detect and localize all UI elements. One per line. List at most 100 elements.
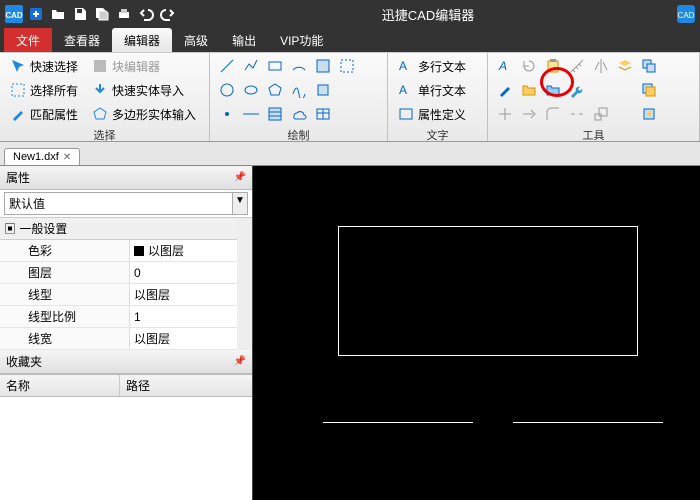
group-label-select: 选择 xyxy=(6,125,203,144)
menu-output[interactable]: 输出 xyxy=(220,28,268,52)
properties-header: 属性 📌 xyxy=(0,166,252,190)
select-all-button[interactable]: 选择所有 xyxy=(6,79,82,101)
scale-icon[interactable] xyxy=(590,103,612,125)
match-props-button[interactable]: 匹配属性 xyxy=(6,103,82,125)
side-panel: 属性 📌 默认值 ▼ ▣ 一般设置 色彩以图层 图层0 线型以图层 线型比例1 … xyxy=(0,166,253,500)
table-icon[interactable] xyxy=(312,103,334,125)
favorites-list xyxy=(0,397,252,500)
quick-select-button[interactable]: 快速选择 xyxy=(6,55,82,77)
document-tabs: New1.dxf ✕ xyxy=(0,142,700,166)
pin-icon-2[interactable]: 📌 xyxy=(234,356,246,367)
spline-icon[interactable] xyxy=(288,79,310,101)
svg-text:A: A xyxy=(498,59,507,73)
overlay-icon[interactable] xyxy=(638,79,660,101)
folder-yellow-icon[interactable] xyxy=(518,79,540,101)
menu-file[interactable]: 文件 xyxy=(4,28,52,52)
col-path[interactable]: 路径 xyxy=(120,375,156,396)
prop-row-ltscale[interactable]: 线型比例1 xyxy=(0,306,237,328)
spacer3 xyxy=(614,103,636,125)
paintbrush-icon[interactable] xyxy=(494,79,516,101)
stext-button[interactable]: A单行文本 xyxy=(394,79,470,101)
drawn-line-1 xyxy=(323,422,473,423)
line-icon[interactable] xyxy=(216,55,238,77)
color-swatch xyxy=(134,246,144,256)
menu-editor[interactable]: 编辑器 xyxy=(112,28,172,52)
col-name[interactable]: 名称 xyxy=(0,375,120,396)
measure-icon[interactable] xyxy=(566,55,588,77)
ribbon: 快速选择 选择所有 匹配属性 块编辑器 快速实体导入 多边形实体输入 选择 xyxy=(0,52,700,142)
title-bar: CAD 迅捷CAD编辑器 CAD xyxy=(0,0,700,28)
new-file-icon[interactable] xyxy=(26,4,46,24)
group-label-tools: 工具 xyxy=(494,125,693,144)
redo-icon[interactable] xyxy=(158,4,178,24)
circle-icon[interactable] xyxy=(216,79,238,101)
rotate-icon[interactable] xyxy=(518,55,540,77)
polyline-icon[interactable] xyxy=(240,55,262,77)
svg-text:A: A xyxy=(399,59,407,73)
mirror-icon[interactable] xyxy=(590,55,612,77)
group-label-draw: 绘制 xyxy=(216,125,381,144)
favorites-columns: 名称 路径 xyxy=(0,374,252,397)
undo-icon[interactable] xyxy=(136,4,156,24)
ellipse-icon[interactable] xyxy=(240,79,262,101)
general-section[interactable]: ▣ 一般设置 xyxy=(0,218,237,240)
ribbon-group-tools: A xyxy=(488,53,700,141)
pin-icon[interactable]: 📌 xyxy=(234,172,246,183)
clipboard-icon[interactable] xyxy=(542,55,564,77)
menu-advanced[interactable]: 高级 xyxy=(172,28,220,52)
group-label-text: 文字 xyxy=(394,125,481,144)
mtext-button[interactable]: A多行文本 xyxy=(394,55,470,77)
block-icon[interactable] xyxy=(638,103,660,125)
open-file-icon[interactable] xyxy=(48,4,68,24)
prop-row-linetype[interactable]: 线型以图层 xyxy=(0,284,237,306)
wrench-dropdown-icon[interactable] xyxy=(566,79,588,101)
point-icon[interactable] xyxy=(216,103,238,125)
help-icon[interactable]: CAD xyxy=(676,4,696,24)
hatch-pick-icon[interactable] xyxy=(312,55,334,77)
folder-blue-icon[interactable] xyxy=(542,79,564,101)
close-tab-icon[interactable]: ✕ xyxy=(63,152,71,163)
break-icon[interactable] xyxy=(566,103,588,125)
menu-vip[interactable]: VIP功能 xyxy=(268,28,335,52)
copy-icon[interactable] xyxy=(638,55,660,77)
hatch-icon[interactable] xyxy=(264,103,286,125)
drawn-line-2 xyxy=(513,422,663,423)
region-icon[interactable] xyxy=(336,55,358,77)
polygon-icon[interactable] xyxy=(264,79,286,101)
svg-text:A: A xyxy=(399,83,407,97)
spacer2 xyxy=(614,79,636,101)
scrollbar[interactable] xyxy=(237,218,252,350)
fillet-icon[interactable] xyxy=(542,103,564,125)
block-editor-button: 块编辑器 xyxy=(88,55,200,77)
extend-icon[interactable] xyxy=(518,103,540,125)
document-tab[interactable]: New1.dxf ✕ xyxy=(4,148,80,165)
ribbon-group-select: 快速选择 选择所有 匹配属性 块编辑器 快速实体导入 多边形实体输入 选择 xyxy=(0,53,210,141)
app-icon: CAD xyxy=(4,4,24,24)
default-combo[interactable]: 默认值 ▼ xyxy=(0,190,252,218)
app-title: 迅捷CAD编辑器 xyxy=(180,5,676,24)
prop-row-layer[interactable]: 图层0 xyxy=(0,262,237,284)
cloud-icon[interactable] xyxy=(288,103,310,125)
xline-icon[interactable] xyxy=(240,103,262,125)
insert-block-icon[interactable] xyxy=(312,79,334,101)
import-entities-button[interactable]: 快速实体导入 xyxy=(88,79,200,101)
main-area: 属性 📌 默认值 ▼ ▣ 一般设置 色彩以图层 图层0 线型以图层 线型比例1 … xyxy=(0,166,700,500)
print-icon[interactable] xyxy=(114,4,134,24)
save-all-icon[interactable] xyxy=(92,4,112,24)
spacer1 xyxy=(590,79,612,101)
prop-row-lineweight[interactable]: 线宽以图层 xyxy=(0,328,237,350)
attrdef-button[interactable]: 属性定义 xyxy=(394,103,470,125)
rectangle-icon[interactable] xyxy=(264,55,286,77)
save-icon[interactable] xyxy=(70,4,90,24)
textstyle-icon[interactable]: A xyxy=(494,55,516,77)
drawing-canvas[interactable] xyxy=(253,166,700,500)
polygon-input-button[interactable]: 多边形实体输入 xyxy=(88,103,200,125)
menu-viewer[interactable]: 查看器 xyxy=(52,28,112,52)
prop-row-color[interactable]: 色彩以图层 xyxy=(0,240,237,262)
chevron-down-icon[interactable]: ▼ xyxy=(233,192,248,215)
svg-text:CAD: CAD xyxy=(678,11,695,20)
ribbon-group-text: A多行文本 A单行文本 属性定义 文字 xyxy=(388,53,488,141)
trim-icon[interactable] xyxy=(494,103,516,125)
layers-icon[interactable] xyxy=(614,55,636,77)
arc-dropdown-icon[interactable] xyxy=(288,55,310,77)
